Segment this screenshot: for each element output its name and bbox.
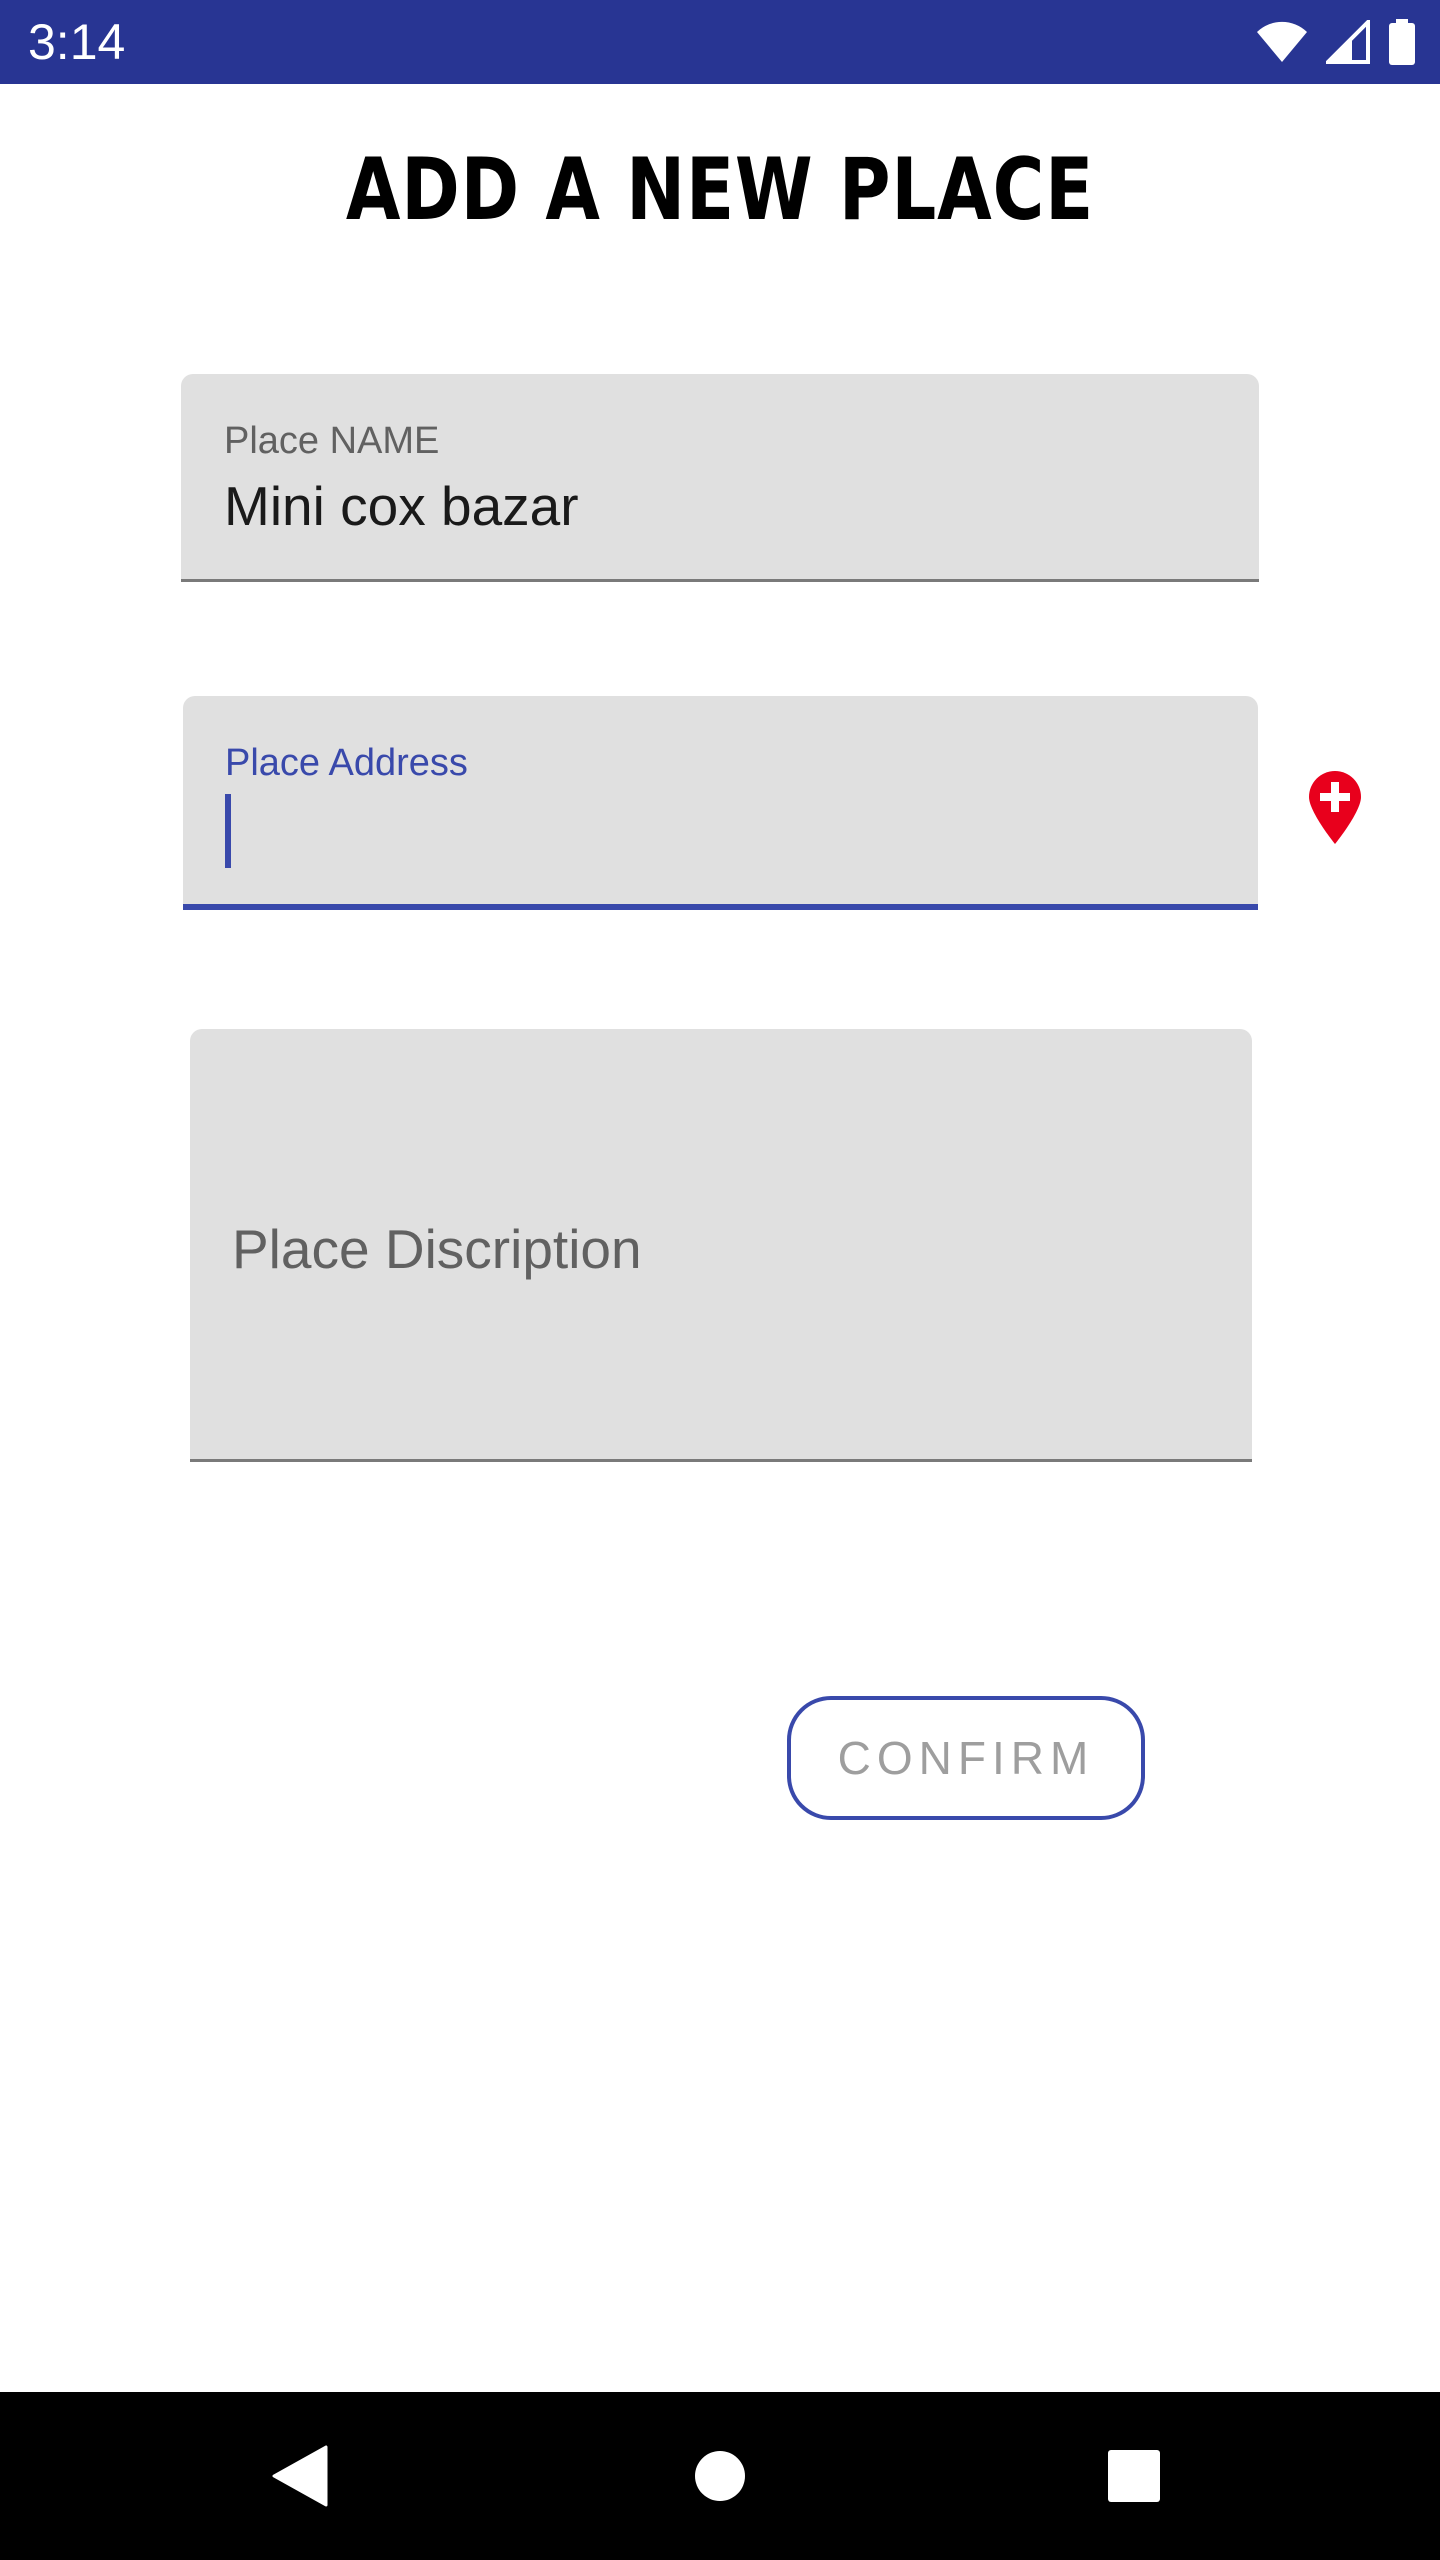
- place-address-label: Place Address: [225, 742, 468, 784]
- location-pin-icon: [1309, 771, 1361, 844]
- cellular-signal-icon: [1326, 20, 1370, 64]
- text-cursor: [225, 794, 231, 868]
- navigation-bar: [0, 2392, 1440, 2560]
- status-icons: [1256, 16, 1416, 68]
- home-icon: [695, 2451, 745, 2501]
- page-title: ADD A NEW PLACE: [345, 140, 1095, 240]
- home-button[interactable]: [640, 2392, 800, 2560]
- status-bar: 3:14: [0, 0, 1440, 84]
- app-screen: 3:14 ADD A NEW PLACE Place NAME Mini cox…: [0, 0, 1440, 2560]
- confirm-button[interactable]: CONFIRM: [787, 1696, 1145, 1820]
- wifi-icon: [1257, 21, 1307, 62]
- recents-icon: [1108, 2450, 1160, 2502]
- back-button[interactable]: [220, 2392, 380, 2560]
- place-description-placeholder: Place Discription: [232, 1218, 642, 1280]
- place-name-field[interactable]: Place NAME Mini cox bazar: [181, 374, 1259, 582]
- confirm-label: CONFIRM: [837, 1732, 1095, 1784]
- add-location-icon[interactable]: [1306, 770, 1364, 846]
- place-name-value[interactable]: Mini cox bazar: [224, 474, 579, 538]
- status-time: 3:14: [28, 14, 126, 70]
- place-name-label: Place NAME: [224, 420, 440, 462]
- place-description-field[interactable]: Place Discription: [190, 1029, 1252, 1462]
- place-address-field[interactable]: Place Address: [183, 696, 1258, 910]
- battery-icon: [1389, 19, 1415, 65]
- recents-button[interactable]: [1054, 2392, 1214, 2560]
- back-icon: [272, 2445, 328, 2507]
